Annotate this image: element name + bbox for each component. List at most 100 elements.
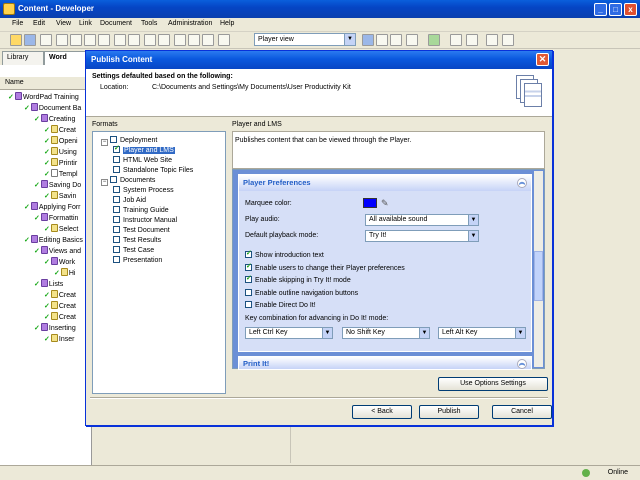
paste-icon[interactable] xyxy=(84,34,96,46)
publish-button[interactable]: Publish xyxy=(419,405,479,419)
spell-icon[interactable] xyxy=(188,34,200,46)
menu-administration[interactable]: Administration xyxy=(168,20,212,27)
format-checkbox[interactable] xyxy=(113,156,120,163)
open-icon[interactable] xyxy=(10,34,22,46)
tree-item[interactable]: ✓ Inserting xyxy=(34,323,76,333)
format-checkbox[interactable] xyxy=(110,176,117,183)
tree-item[interactable]: ✓ Applying Forr xyxy=(24,202,81,212)
tree-item[interactable]: ✓ Views and xyxy=(34,246,81,256)
format-item[interactable]: − Documents xyxy=(101,176,155,186)
format-item[interactable]: − Deployment xyxy=(101,136,157,146)
menu-link[interactable]: Link xyxy=(79,20,92,27)
format-checkbox[interactable] xyxy=(113,246,120,253)
play-audio-select[interactable]: All available sound ▼ xyxy=(365,214,479,226)
option-checkbox[interactable] xyxy=(245,274,252,283)
format-item[interactable]: Presentation xyxy=(113,256,162,266)
tree-item[interactable]: ✓ Creat xyxy=(44,312,76,322)
format-checkbox[interactable] xyxy=(113,144,120,154)
tree-item[interactable]: ✓ Formattin xyxy=(34,213,78,223)
properties-icon[interactable] xyxy=(202,34,214,46)
player-preferences-header[interactable]: Player Preferences ︽ xyxy=(239,175,531,191)
back-button[interactable]: < Back xyxy=(352,405,412,419)
marquee-color-swatch[interactable] xyxy=(363,198,377,208)
indent-icon[interactable] xyxy=(158,34,170,46)
redo-icon[interactable] xyxy=(128,34,140,46)
copy-icon[interactable] xyxy=(70,34,82,46)
tree-item[interactable]: ✓ Work xyxy=(44,257,75,267)
format-item[interactable]: Test Document xyxy=(113,226,170,236)
maximize-button[interactable]: □ xyxy=(609,3,622,16)
format-item[interactable]: HTML Web Site xyxy=(113,156,172,166)
format-checkbox[interactable] xyxy=(113,196,120,203)
shift-key-select[interactable]: No Shift Key ▼ xyxy=(342,327,430,339)
refresh-icon[interactable] xyxy=(428,34,440,46)
format-checkbox[interactable] xyxy=(113,186,120,193)
option-checkbox[interactable] xyxy=(245,249,252,258)
format-checkbox[interactable] xyxy=(113,226,120,233)
alt-key-select[interactable]: Left Alt Key ▼ xyxy=(438,327,526,339)
publish-icon[interactable] xyxy=(450,34,462,46)
tree-item[interactable]: ✓ Editing Basics xyxy=(24,235,83,245)
cut-icon[interactable] xyxy=(56,34,68,46)
tree-item[interactable]: ✓ Using xyxy=(44,147,77,157)
format-checkbox[interactable] xyxy=(113,216,120,223)
tree-item[interactable]: ✓ Creat xyxy=(44,301,76,311)
menu-tools[interactable]: Tools xyxy=(141,20,157,27)
tree-item[interactable]: ✓ Creating xyxy=(34,114,75,124)
player-option[interactable]: Enable skipping in Try It! mode xyxy=(245,274,351,284)
dialog-close-button[interactable]: ✕ xyxy=(536,53,549,66)
view-combo[interactable]: Player view ▼ xyxy=(254,33,356,46)
color-picker-icon[interactable]: ✎ xyxy=(381,198,389,209)
format-item[interactable]: Player and LMS xyxy=(113,144,175,156)
option-checkbox[interactable] xyxy=(245,301,252,308)
format-item[interactable]: System Process xyxy=(113,186,174,196)
tree-item[interactable]: ✓ WordPad Training xyxy=(8,92,79,102)
format-item[interactable]: Instructor Manual xyxy=(113,216,177,226)
find-icon[interactable] xyxy=(174,34,186,46)
format-item[interactable]: Standalone Topic Files xyxy=(113,166,193,176)
cancel-button[interactable]: Cancel xyxy=(492,405,552,419)
player-option[interactable]: Enable outline navigation buttons xyxy=(245,288,358,297)
settings-scrollbar[interactable] xyxy=(534,171,543,367)
format-checkbox[interactable] xyxy=(110,136,117,143)
player-option[interactable]: Enable users to change their Player pref… xyxy=(245,262,405,272)
scrollbar-thumb[interactable] xyxy=(534,251,543,301)
menu-document[interactable]: Document xyxy=(100,20,132,27)
option-checkbox[interactable] xyxy=(245,288,252,296)
menu-view[interactable]: View xyxy=(56,20,71,27)
collapse-node-icon[interactable]: − xyxy=(101,139,108,146)
format-checkbox[interactable] xyxy=(113,166,120,173)
tree-item[interactable]: ✓ Document Ba xyxy=(24,103,81,113)
tab-word[interactable]: Word xyxy=(44,51,88,65)
checkout-icon[interactable] xyxy=(502,34,514,46)
player-option[interactable]: Enable Direct Do It! xyxy=(245,301,316,309)
format-checkbox[interactable] xyxy=(113,206,120,213)
save-icon[interactable] xyxy=(24,34,36,46)
format-item[interactable]: Test Results xyxy=(113,236,161,246)
collapse-icon[interactable]: ︽ xyxy=(517,178,527,188)
format-item[interactable]: Training Guide xyxy=(113,206,169,216)
print-icon[interactable] xyxy=(40,34,52,46)
tree-item[interactable]: ✓ Hi xyxy=(54,268,76,278)
tree-item[interactable]: ✓ Saving Do xyxy=(34,180,81,190)
tree-item[interactable]: ✓ Printir xyxy=(44,158,77,168)
expand-icon[interactable]: ︽ xyxy=(517,359,527,369)
minimize-button[interactable]: _ xyxy=(594,3,607,16)
tree-item[interactable]: ✓ Templ xyxy=(44,169,78,179)
close-button[interactable]: x xyxy=(624,3,637,16)
tree-column-header[interactable]: Name xyxy=(0,77,92,90)
layout-3-icon[interactable] xyxy=(390,34,402,46)
tree-item[interactable]: ✓ Creat xyxy=(44,290,76,300)
player-option[interactable]: Show introduction text xyxy=(245,249,324,259)
tree-item[interactable]: ✓ Select xyxy=(44,224,78,234)
menu-help[interactable]: Help xyxy=(220,20,234,27)
collapse-node-icon[interactable]: − xyxy=(101,179,108,186)
tree-item[interactable]: ✓ Creat xyxy=(44,125,76,135)
option-checkbox[interactable] xyxy=(245,262,252,271)
layout-1-icon[interactable] xyxy=(362,34,374,46)
format-item[interactable]: Test Case xyxy=(113,246,154,256)
print-it-panel-header[interactable]: Print It! ︽ xyxy=(238,356,532,370)
ctrl-key-select[interactable]: Left Ctrl Key ▼ xyxy=(245,327,333,339)
format-item[interactable]: Job Aid xyxy=(113,196,146,206)
format-checkbox[interactable] xyxy=(113,236,120,243)
